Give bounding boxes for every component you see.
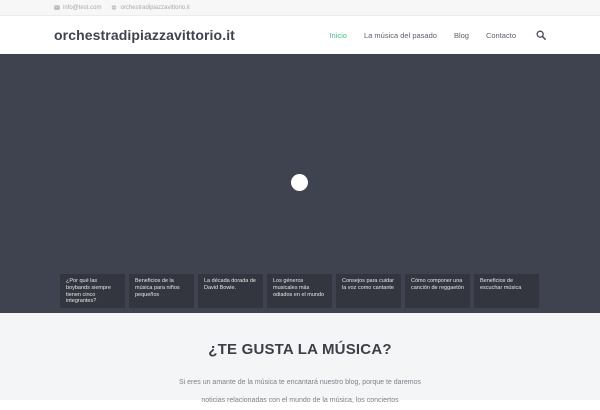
site-header: orchestradipiazzavittorio.it Inicio La m… <box>0 16 600 54</box>
topbar-site-text: orchestradipiazzavittorio.it <box>120 4 190 11</box>
site-logo[interactable]: orchestradipiazzavittorio.it <box>54 27 235 43</box>
featured-post-card[interactable]: Los géneros musicales más odiados en el … <box>267 274 332 308</box>
hero-slider: ¿Por qué las boybands siempre tienen cin… <box>0 54 600 313</box>
nav-item-musica-del-pasado[interactable]: La música del pasado <box>364 31 437 40</box>
topbar-site[interactable]: orchestradipiazzavittorio.it <box>111 4 190 11</box>
slider-loading-dot[interactable] <box>291 174 308 191</box>
intro-text: Si eres un amante de la música te encant… <box>178 379 422 404</box>
intro-title: ¿TE GUSTA LA MÚSICA? <box>208 341 392 358</box>
featured-post-card[interactable]: Cómo componer una canción de reggaetón <box>405 274 470 308</box>
featured-post-card[interactable]: La década dorada de David Bowie. <box>198 274 263 308</box>
intro-section: ¿TE GUSTA LA MÚSICA? Si eres un amante d… <box>0 313 600 404</box>
featured-posts: ¿Por qué las boybands siempre tienen cin… <box>60 274 539 308</box>
featured-post-card[interactable]: Consejos para cuidar la voz como cantant… <box>336 274 401 308</box>
featured-post-card[interactable]: Beneficios de la música para niños peque… <box>129 274 194 308</box>
top-bar: info@test.com orchestradipiazzavittorio.… <box>0 0 600 16</box>
nav-item-blog[interactable]: Blog <box>454 31 469 40</box>
nav-item-inicio[interactable]: Inicio <box>329 31 347 40</box>
featured-post-card[interactable]: ¿Por qué las boybands siempre tienen cin… <box>60 274 125 308</box>
main-nav: Inicio La música del pasado Blog Contact… <box>312 30 546 40</box>
topbar-email-text: info@test.com <box>63 4 102 11</box>
globe-icon <box>112 5 117 10</box>
topbar-email[interactable]: info@test.com <box>54 5 101 11</box>
envelope-icon <box>54 5 60 10</box>
search-icon[interactable] <box>536 30 546 40</box>
featured-post-card[interactable]: Beneficios de escuchar música <box>474 274 539 308</box>
nav-item-contacto[interactable]: Contacto <box>486 31 516 40</box>
